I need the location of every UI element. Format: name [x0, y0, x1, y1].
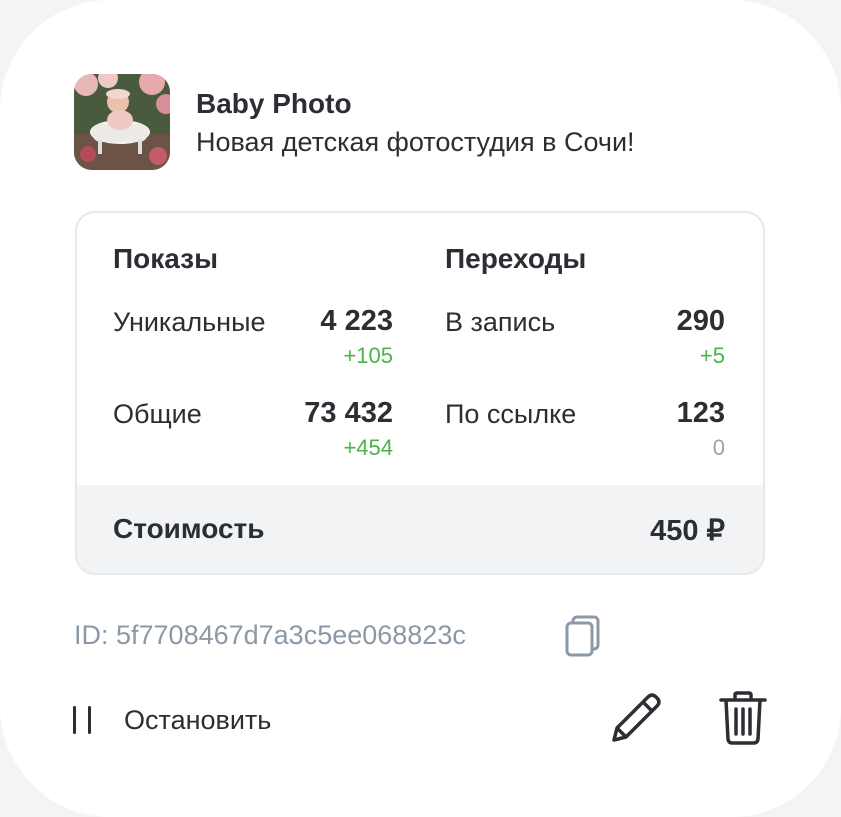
ad-subtitle: Новая детская фотостудия в Сочи!	[196, 127, 635, 157]
stop-label: Остановить	[124, 704, 272, 735]
edit-button[interactable]	[608, 690, 664, 746]
cost-value: 450 ₽	[650, 515, 725, 547]
ad-avatar-image	[74, 74, 170, 170]
total-impressions-value: 73 432	[304, 397, 393, 429]
delete-button[interactable]	[718, 690, 768, 746]
post-clicks-delta: +5	[699, 343, 725, 368]
stop-button[interactable]: Остановить	[70, 695, 271, 745]
total-impressions-label: Общие	[113, 399, 202, 429]
impressions-heading: Показы	[113, 243, 218, 274]
unique-impressions-value: 4 223	[320, 305, 393, 337]
ad-id: ID: 5f7708467d7a3c5ee068823c	[74, 620, 466, 650]
total-impressions-delta: +454	[343, 435, 393, 460]
trash-icon	[719, 691, 767, 745]
copy-icon	[565, 615, 600, 657]
ad-title: Baby Photo	[196, 88, 352, 119]
post-clicks-label: В запись	[445, 307, 556, 337]
link-clicks-value: 123	[676, 397, 725, 429]
stats-panel: Показы Переходы Уникальные 4 223 +105 Об…	[75, 211, 765, 575]
link-clicks-delta: 0	[712, 435, 725, 460]
ad-card: Baby Photo Новая детская фотостудия в Со…	[0, 0, 841, 817]
link-clicks-label: По ссылке	[445, 399, 577, 429]
cost-label: Стоимость	[113, 513, 265, 544]
unique-impressions-delta: +105	[343, 343, 393, 368]
ad-avatar	[74, 74, 170, 170]
cost-row: Стоимость 450 ₽	[77, 485, 763, 573]
post-clicks-value: 290	[676, 305, 725, 337]
pencil-icon	[612, 693, 661, 742]
clicks-heading: Переходы	[445, 243, 587, 274]
unique-impressions-label: Уникальные	[113, 307, 266, 337]
copy-id-button[interactable]	[564, 614, 602, 658]
pause-icon	[73, 706, 91, 734]
